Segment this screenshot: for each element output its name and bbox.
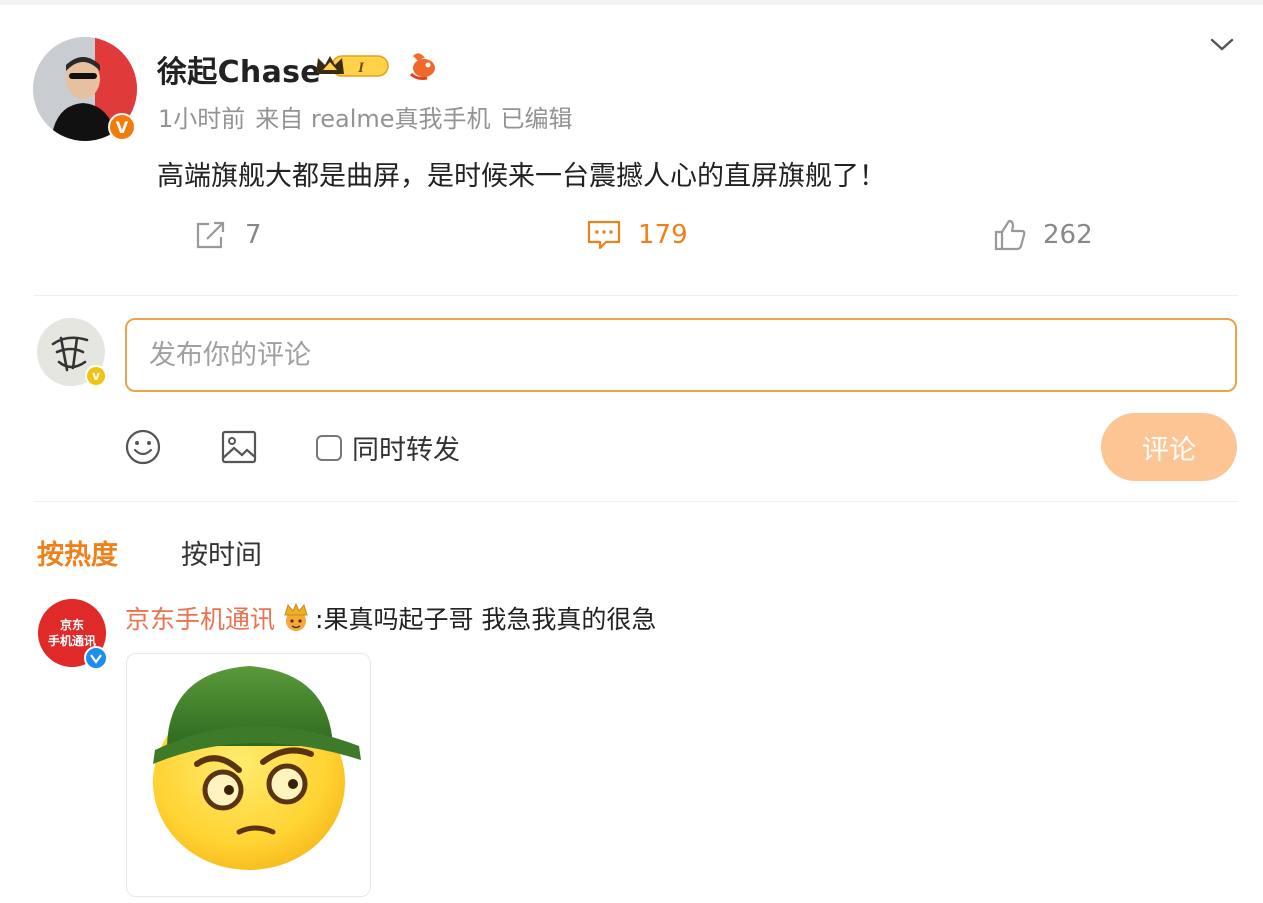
comment-button[interactable]: 179 <box>586 215 688 255</box>
avatar-text: 京东 <box>59 618 84 632</box>
commenter-name[interactable]: 京东手机通讯 <box>125 600 275 636</box>
repost-count: 7 <box>245 220 262 250</box>
also-repost-label: 同时转发 <box>352 435 460 466</box>
crown-icon <box>284 603 308 631</box>
verified-icon: V <box>108 113 136 141</box>
post-source: 来自 realme真我手机 <box>255 105 491 133</box>
repost-button[interactable]: 7 <box>193 215 262 255</box>
crown-icon[interactable]: I <box>314 52 390 80</box>
tab-sort-time[interactable]: 按时间 <box>181 533 262 572</box>
post-text: 高端旗舰大都是曲屏，是时候来一台震撼人心的直屏旗舰了！ <box>157 161 886 192</box>
badge-level: I <box>357 60 365 76</box>
emoji-icon[interactable] <box>124 428 162 466</box>
also-repost-option[interactable]: 同时转发 <box>316 428 460 467</box>
post-meta: 1小时前 来自 realme真我手机 已编辑 <box>158 99 583 134</box>
flame-icon[interactable] <box>405 50 439 82</box>
comment-sticker-image[interactable] <box>126 653 371 897</box>
comment-text: :果真吗起子哥 我急我真的很急 <box>315 605 657 634</box>
comment-count: 179 <box>638 220 688 250</box>
chevron-down-icon[interactable] <box>1208 32 1236 56</box>
also-repost-checkbox[interactable] <box>316 434 342 461</box>
divider <box>34 295 1238 296</box>
verified-icon: v <box>85 365 107 387</box>
avatar-text: 手机通讯 <box>47 634 96 648</box>
comment-input[interactable] <box>125 318 1237 392</box>
top-strip <box>0 0 1263 5</box>
post-time[interactable]: 1小时前 <box>158 105 245 133</box>
like-button[interactable]: 262 <box>993 215 1093 255</box>
comment-icon <box>587 220 621 250</box>
like-icon <box>994 219 1026 251</box>
edited-label[interactable]: 已编辑 <box>501 105 573 133</box>
image-icon[interactable] <box>220 428 258 466</box>
submit-comment-button[interactable]: 评论 <box>1101 413 1237 481</box>
verified-icon <box>84 646 108 670</box>
tab-sort-hot[interactable]: 按热度 <box>37 533 118 572</box>
divider <box>34 501 1238 502</box>
author-name[interactable]: 徐起Chase <box>157 47 321 91</box>
comment-line: 京东手机通讯 :果真吗起子哥 我急我真的很急 <box>125 600 656 636</box>
like-count: 262 <box>1043 220 1093 250</box>
repost-icon <box>196 221 225 249</box>
